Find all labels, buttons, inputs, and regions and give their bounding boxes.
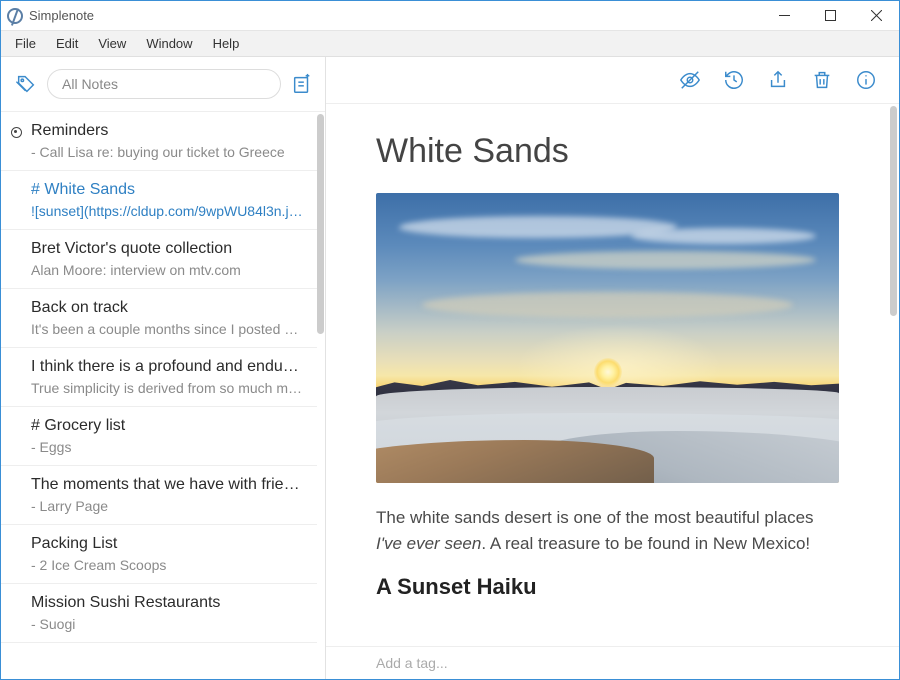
body-text-pre: The white sands desert is one of the mos…	[376, 508, 814, 527]
close-icon	[871, 10, 882, 21]
note-list-item[interactable]: Back on track It's been a couple months s…	[1, 289, 317, 348]
tag-input[interactable]: Add a tag...	[326, 646, 899, 679]
search-placeholder: All Notes	[62, 76, 118, 92]
note-subheading[interactable]: A Sunset Haiku	[376, 574, 839, 600]
note-item-title: Reminders	[31, 122, 303, 140]
note-item-preview: - Call Lisa re: buying our ticket to Gre…	[31, 144, 303, 160]
history-button[interactable]	[723, 69, 745, 91]
sidebar: All Notes Reminders - Call Lisa re: buyin…	[1, 57, 326, 679]
note-item-preview: - 2 Ice Cream Scoops	[31, 557, 303, 573]
search-input[interactable]: All Notes	[47, 69, 281, 99]
note-list-item[interactable]: I think there is a profound and enduring…	[1, 348, 317, 407]
note-item-preview: It's been a couple months since I posted…	[31, 321, 303, 337]
note-item-title: Back on track	[31, 299, 303, 317]
note-item-title: Bret Victor's quote collection	[31, 240, 303, 258]
titlebar: Simplenote	[1, 1, 899, 31]
menu-help[interactable]: Help	[203, 34, 250, 53]
editor-wrap: White Sands The white sands desert is	[326, 104, 899, 646]
menu-view[interactable]: View	[88, 34, 136, 53]
note-list-item[interactable]: The moments that we have with friend... -…	[1, 466, 317, 525]
note-list-item[interactable]: Reminders - Call Lisa re: buying our tick…	[1, 112, 317, 171]
note-list[interactable]: Reminders - Call Lisa re: buying our tick…	[1, 112, 325, 679]
note-item-preview: Alan Moore: interview on mtv.com	[31, 262, 303, 278]
note-item-preview: - Larry Page	[31, 498, 303, 514]
trash-button[interactable]	[811, 69, 833, 91]
main-pane: White Sands The white sands desert is	[326, 57, 899, 679]
menu-edit[interactable]: Edit	[46, 34, 88, 53]
note-item-title: # White Sands	[31, 181, 303, 199]
editor[interactable]: White Sands The white sands desert is	[326, 104, 899, 646]
sidebar-toolbar: All Notes	[1, 57, 325, 112]
new-note-button[interactable]	[291, 73, 313, 95]
note-item-title: I think there is a profound and enduring	[31, 358, 303, 376]
note-item-preview: - Suogi	[31, 616, 303, 632]
close-button[interactable]	[853, 1, 899, 31]
app-icon	[7, 8, 23, 24]
sidebar-scrollbar-thumb[interactable]	[317, 114, 324, 334]
menu-window[interactable]: Window	[136, 34, 202, 53]
content-area: All Notes Reminders - Call Lisa re: buyin…	[1, 57, 899, 679]
tags-icon[interactable]	[15, 73, 37, 95]
note-item-title: The moments that we have with friend...	[31, 476, 303, 494]
note-item-title: Packing List	[31, 535, 303, 553]
tag-placeholder: Add a tag...	[376, 655, 448, 671]
maximize-button[interactable]	[807, 1, 853, 31]
info-button[interactable]	[855, 69, 877, 91]
body-text-em: I've ever seen	[376, 534, 481, 553]
note-list-item[interactable]: Mission Sushi Restaurants - Suogi	[1, 584, 317, 643]
maximize-icon	[825, 10, 836, 21]
minimize-icon	[779, 10, 790, 21]
editor-toolbar	[326, 57, 899, 104]
minimize-button[interactable]	[761, 1, 807, 31]
note-item-preview: True simplicity is derived from so much …	[31, 380, 303, 396]
note-body-paragraph[interactable]: The white sands desert is one of the mos…	[376, 505, 839, 556]
toggle-preview-button[interactable]	[679, 69, 701, 91]
share-button[interactable]	[767, 69, 789, 91]
note-list-item[interactable]: Packing List - 2 Ice Cream Scoops	[1, 525, 317, 584]
body-text-post: . A real treasure to be found in New Mex…	[481, 534, 810, 553]
note-list-item[interactable]: # Grocery list - Eggs	[1, 407, 317, 466]
menubar: File Edit View Window Help	[1, 31, 899, 57]
note-title-heading[interactable]: White Sands	[376, 132, 839, 171]
menu-file[interactable]: File	[5, 34, 46, 53]
note-list-item[interactable]: Bret Victor's quote collection Alan Moore…	[1, 230, 317, 289]
window-title: Simplenote	[29, 8, 94, 23]
note-item-title: # Grocery list	[31, 417, 303, 435]
app-window: Simplenote File Edit View Window Help Al…	[0, 0, 900, 680]
note-list-item[interactable]: # White Sands ![sunset](https://cldup.com…	[1, 171, 317, 230]
note-image	[376, 193, 839, 483]
note-item-preview: ![sunset](https://cldup.com/9wpWU84l3n.j…	[31, 203, 303, 219]
note-item-preview: - Eggs	[31, 439, 303, 455]
note-item-title: Mission Sushi Restaurants	[31, 594, 303, 612]
